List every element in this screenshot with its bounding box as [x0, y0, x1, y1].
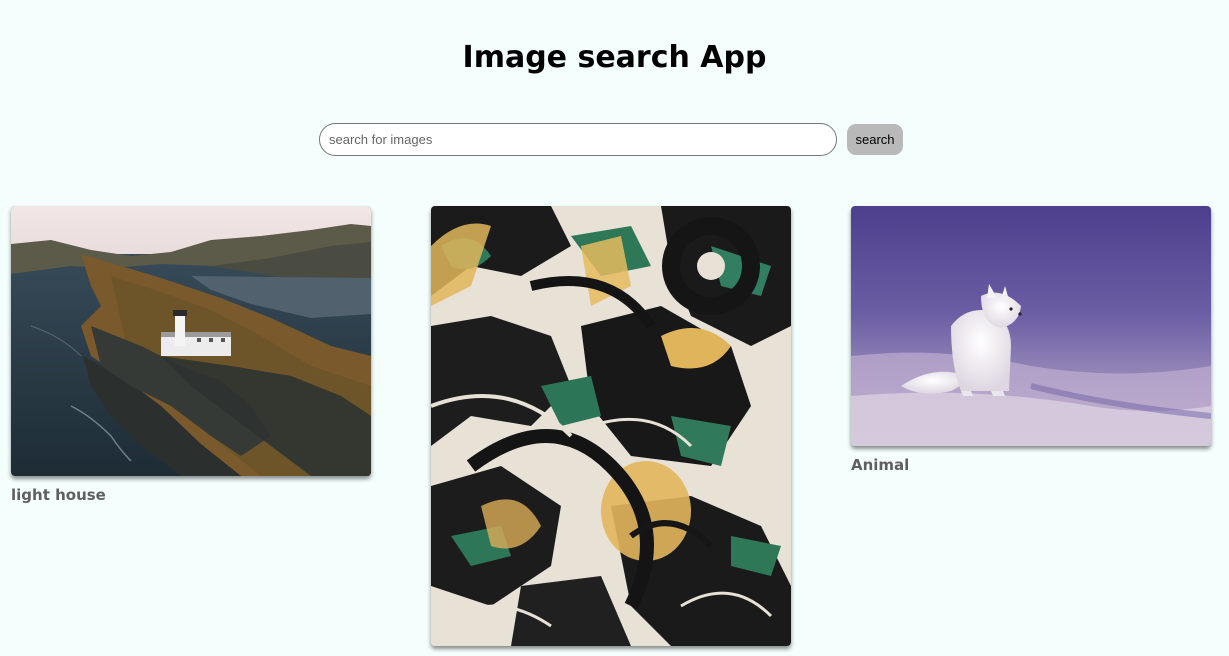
result-card[interactable]: [431, 206, 791, 656]
search-button[interactable]: search: [847, 124, 903, 155]
result-image-arctic-fox[interactable]: [851, 206, 1211, 446]
result-card[interactable]: Animal: [851, 206, 1211, 474]
search-form: search: [319, 123, 903, 156]
result-image-lighthouse[interactable]: [11, 206, 371, 476]
result-caption: Animal: [851, 456, 910, 474]
result-card[interactable]: light house: [11, 206, 371, 504]
search-input[interactable]: [319, 123, 837, 156]
result-caption: light house: [11, 486, 106, 504]
result-image-abstract-art[interactable]: [431, 206, 791, 646]
page-title: Image search App: [462, 40, 767, 75]
